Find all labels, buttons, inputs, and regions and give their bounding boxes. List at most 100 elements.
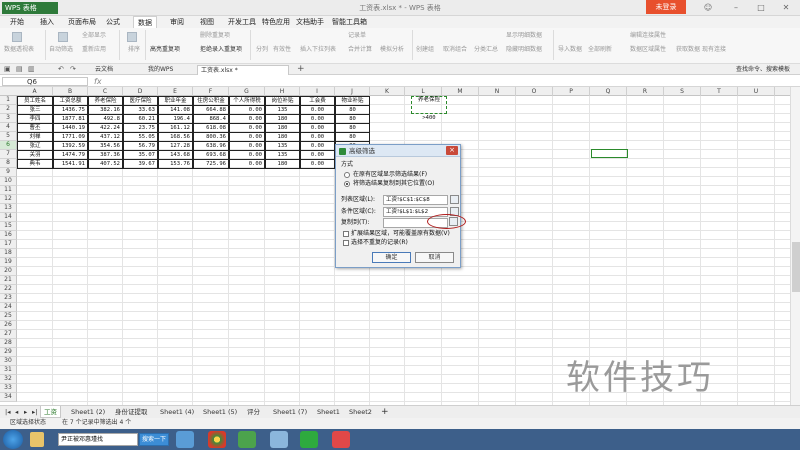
- row-header-28[interactable]: 28: [0, 339, 17, 348]
- column-header-s[interactable]: S: [664, 87, 701, 96]
- row-header-8[interactable]: 8: [0, 159, 17, 168]
- consolidate-button[interactable]: 合并计算: [348, 46, 372, 54]
- criteria-header[interactable]: 养老保险: [412, 96, 446, 105]
- table-cell[interactable]: 153.76: [158, 159, 193, 169]
- import-data-button[interactable]: 导入数据: [558, 46, 582, 54]
- sheet-tab-2[interactable]: Sheet1 (2): [68, 406, 108, 418]
- row-header-12[interactable]: 12: [0, 195, 17, 204]
- table-cell[interactable]: 407.52: [88, 159, 123, 169]
- column-header-k[interactable]: K: [370, 87, 405, 96]
- group-button[interactable]: 创建组: [416, 46, 434, 54]
- add-sheet-icon[interactable]: +: [378, 406, 392, 418]
- active-cell[interactable]: [591, 149, 628, 158]
- row-header-23[interactable]: 23: [0, 294, 17, 303]
- menu-formula[interactable]: 公式: [106, 16, 120, 28]
- existing-connection-button[interactable]: 现有连接: [702, 46, 726, 54]
- vertical-scrollbar[interactable]: [790, 87, 800, 405]
- show-detail-button[interactable]: 显示明细数据: [506, 32, 542, 40]
- row-header-1[interactable]: 1: [0, 96, 17, 105]
- table-cell[interactable]: 0.00: [300, 159, 335, 169]
- row-header-6[interactable]: 6: [0, 141, 17, 150]
- reapply-button[interactable]: 重新应用: [82, 46, 106, 54]
- menu-start[interactable]: 开始: [10, 16, 24, 28]
- reject-duplicates-button[interactable]: 拒绝录入重复项: [200, 46, 242, 54]
- taskbar-search-field[interactable]: 尹正被邓惠瑾找: [58, 433, 138, 446]
- menu-developer[interactable]: 开发工具: [228, 16, 256, 28]
- column-header-m[interactable]: M: [442, 87, 479, 96]
- column-header-i[interactable]: I: [300, 87, 335, 96]
- row-header-4[interactable]: 4: [0, 123, 17, 132]
- criteria-value[interactable]: >400: [412, 114, 446, 123]
- row-header-24[interactable]: 24: [0, 303, 17, 312]
- skin-icon[interactable]: ☺: [702, 2, 714, 14]
- open-icon[interactable]: ▤: [16, 65, 23, 74]
- table-cell[interactable]: 39.67: [123, 159, 158, 169]
- row-header-26[interactable]: 26: [0, 321, 17, 330]
- print-icon[interactable]: ▥: [28, 65, 35, 74]
- list-range-field[interactable]: 工资!$C$1:$C$8: [383, 195, 448, 205]
- column-header-j[interactable]: J: [335, 87, 370, 96]
- app-icon-6[interactable]: [332, 431, 350, 448]
- ie-icon[interactable]: [176, 431, 194, 448]
- row-header-19[interactable]: 19: [0, 258, 17, 267]
- list-range-picker-icon[interactable]: [450, 195, 459, 204]
- column-header-d[interactable]: D: [123, 87, 158, 96]
- row-header-13[interactable]: 13: [0, 204, 17, 213]
- column-header-c[interactable]: C: [88, 87, 123, 96]
- row-header-9[interactable]: 9: [0, 168, 17, 177]
- row-header-2[interactable]: 2: [0, 105, 17, 114]
- row-header-16[interactable]: 16: [0, 231, 17, 240]
- sheet-nav-prev[interactable]: ◂: [12, 406, 21, 418]
- get-data-button[interactable]: 获取数据: [676, 46, 700, 54]
- sheet-tab-score[interactable]: 评分: [244, 406, 263, 418]
- column-header-o[interactable]: O: [516, 87, 553, 96]
- sheet-tab-sheet1[interactable]: Sheet1: [314, 406, 343, 418]
- row-header-17[interactable]: 17: [0, 240, 17, 249]
- column-header-n[interactable]: N: [479, 87, 516, 96]
- column-header-u[interactable]: U: [738, 87, 775, 96]
- search-command[interactable]: 查找命令、搜索模板: [736, 65, 790, 74]
- menu-features[interactable]: 特色应用: [262, 16, 290, 28]
- login-button[interactable]: 未登录: [646, 0, 686, 14]
- sheet-tab-sheet2[interactable]: Sheet2: [346, 406, 375, 418]
- sheet-tab-salary[interactable]: 工资: [40, 406, 61, 418]
- row-header-29[interactable]: 29: [0, 348, 17, 357]
- row-header-10[interactable]: 10: [0, 177, 17, 186]
- radio-in-place[interactable]: [344, 172, 350, 178]
- maximize-icon[interactable]: □: [755, 2, 767, 14]
- row-header-33[interactable]: 33: [0, 384, 17, 393]
- column-header-t[interactable]: T: [701, 87, 738, 96]
- scrollbar-thumb[interactable]: [792, 242, 800, 292]
- column-header-a[interactable]: A: [17, 87, 53, 96]
- start-button-icon[interactable]: [3, 430, 23, 449]
- sheet-nav-last[interactable]: ▸|: [29, 406, 40, 418]
- new-tab-icon[interactable]: +: [297, 65, 305, 74]
- sheet-tab-7[interactable]: Sheet1 (7): [270, 406, 310, 418]
- row-header-3[interactable]: 3: [0, 114, 17, 123]
- sort-button[interactable]: 排序: [128, 46, 140, 54]
- table-cell[interactable]: 0.00: [229, 159, 265, 169]
- menu-insert[interactable]: 插入: [40, 16, 54, 28]
- table-cell[interactable]: 725.96: [193, 159, 229, 169]
- column-header-g[interactable]: G: [229, 87, 265, 96]
- row-header-18[interactable]: 18: [0, 249, 17, 258]
- expand-results-checkbox[interactable]: [343, 231, 349, 237]
- wps-sheet-icon[interactable]: [300, 431, 318, 448]
- app-icon-4[interactable]: [270, 431, 288, 448]
- unique-records-checkbox[interactable]: [343, 240, 349, 246]
- column-header-e[interactable]: E: [158, 87, 193, 96]
- row-header-25[interactable]: 25: [0, 312, 17, 321]
- menu-view[interactable]: 视图: [200, 16, 214, 28]
- close-icon[interactable]: ✕: [780, 2, 792, 14]
- tab-salary-file[interactable]: 工资表.xlsx *: [197, 65, 289, 75]
- split-column-button[interactable]: 分列: [256, 46, 268, 54]
- column-header-f[interactable]: F: [193, 87, 229, 96]
- table-cell[interactable]: 典韦: [17, 159, 53, 169]
- hide-detail-button[interactable]: 隐藏明细数据: [506, 46, 542, 54]
- ungroup-button[interactable]: 取消组合: [443, 46, 467, 54]
- row-header-31[interactable]: 31: [0, 366, 17, 375]
- table-cell[interactable]: 1541.91: [53, 159, 88, 169]
- data-range-props-button[interactable]: 数据区域属性: [630, 46, 666, 54]
- validity-button[interactable]: 有效性: [273, 46, 291, 54]
- column-header-l[interactable]: L: [405, 87, 442, 96]
